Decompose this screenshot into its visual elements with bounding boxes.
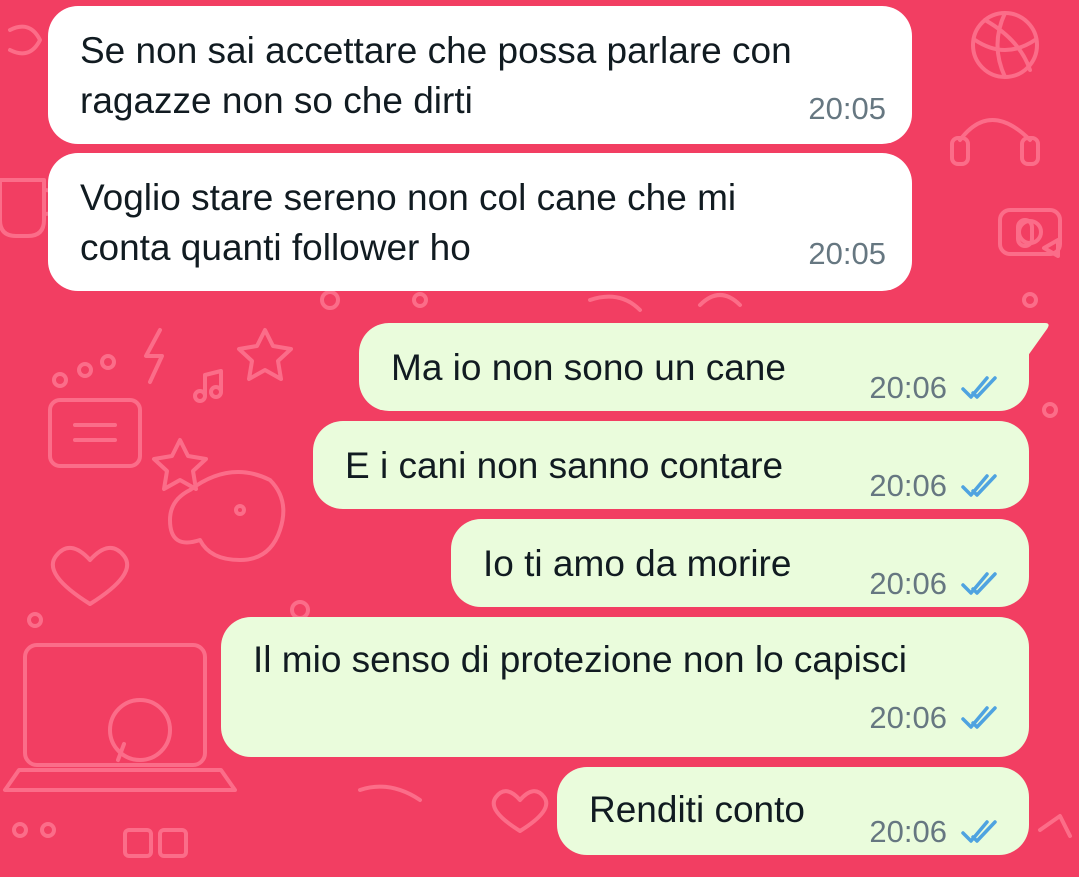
message-time: 20:06: [869, 814, 947, 849]
camera-icon: [998, 208, 1062, 256]
star-icon: [152, 438, 208, 491]
dog-icon: [168, 470, 286, 562]
message-meta: 20:05: [808, 229, 886, 279]
laptop-icon: [3, 643, 237, 792]
double-check-read-icon: [961, 706, 997, 729]
message-text: E i cani non sanno contare: [345, 445, 784, 486]
message-time: 20:05: [808, 91, 886, 126]
double-check-read-icon: [961, 820, 997, 843]
message-bubble-outgoing[interactable]: Io ti amo da morire 20:06: [451, 519, 1029, 607]
bubble-tail-icon: [1011, 323, 1049, 357]
message-meta: 20:06: [869, 363, 1003, 413]
message-bubble-incoming[interactable]: Se non sai accettare che possa parlare c…: [48, 6, 912, 144]
message-bubble-outgoing[interactable]: E i cani non sanno contare 20:06: [313, 421, 1029, 509]
double-check-read-icon: [961, 572, 997, 595]
message-meta: 20:06: [869, 559, 1003, 609]
chat-icon: [48, 398, 142, 468]
message-meta: 20:06: [869, 461, 1003, 511]
message-text: Renditi conto: [589, 789, 805, 830]
message-bubble-outgoing[interactable]: Renditi conto 20:06: [557, 767, 1029, 855]
headphones-icon: [950, 118, 1040, 166]
message-text: Il mio senso di protezione non lo capisc…: [253, 639, 908, 680]
message-text: Se non sai accettare che possa parlare c…: [80, 30, 792, 121]
message-text: Io ti amo da morire: [483, 543, 792, 584]
star-icon: [237, 328, 293, 381]
message-bubble-outgoing[interactable]: Ma io non sono un cane 20:06: [359, 323, 1049, 413]
message-bubble-outgoing[interactable]: Il mio senso di protezione non lo capisc…: [221, 617, 1029, 757]
heart-icon: [50, 546, 130, 606]
heart-icon: [491, 789, 549, 833]
message-text: Ma io non sono un cane: [391, 347, 786, 388]
message-text: Voglio stare sereno non col cane che mi c…: [80, 177, 737, 268]
microphone-icon: [1016, 218, 1060, 258]
message-time: 20:05: [808, 236, 886, 271]
message-time: 20:06: [869, 700, 947, 735]
double-check-read-icon: [961, 376, 997, 399]
message-time: 20:06: [869, 566, 947, 601]
lightning-icon: [144, 328, 164, 384]
message-bubble-incoming[interactable]: Voglio stare sereno non col cane che mi c…: [48, 153, 912, 291]
double-check-read-icon: [961, 474, 997, 497]
message-meta: 20:05: [808, 84, 886, 134]
basketball-icon: [971, 11, 1039, 79]
message-time: 20:06: [869, 370, 947, 405]
message-meta: 20:06: [869, 807, 1003, 857]
message-meta: 20:06: [869, 693, 1003, 743]
whatsapp-logo-icon: [108, 698, 172, 762]
music-note-icon: [193, 369, 223, 403]
message-time: 20:06: [869, 468, 947, 503]
